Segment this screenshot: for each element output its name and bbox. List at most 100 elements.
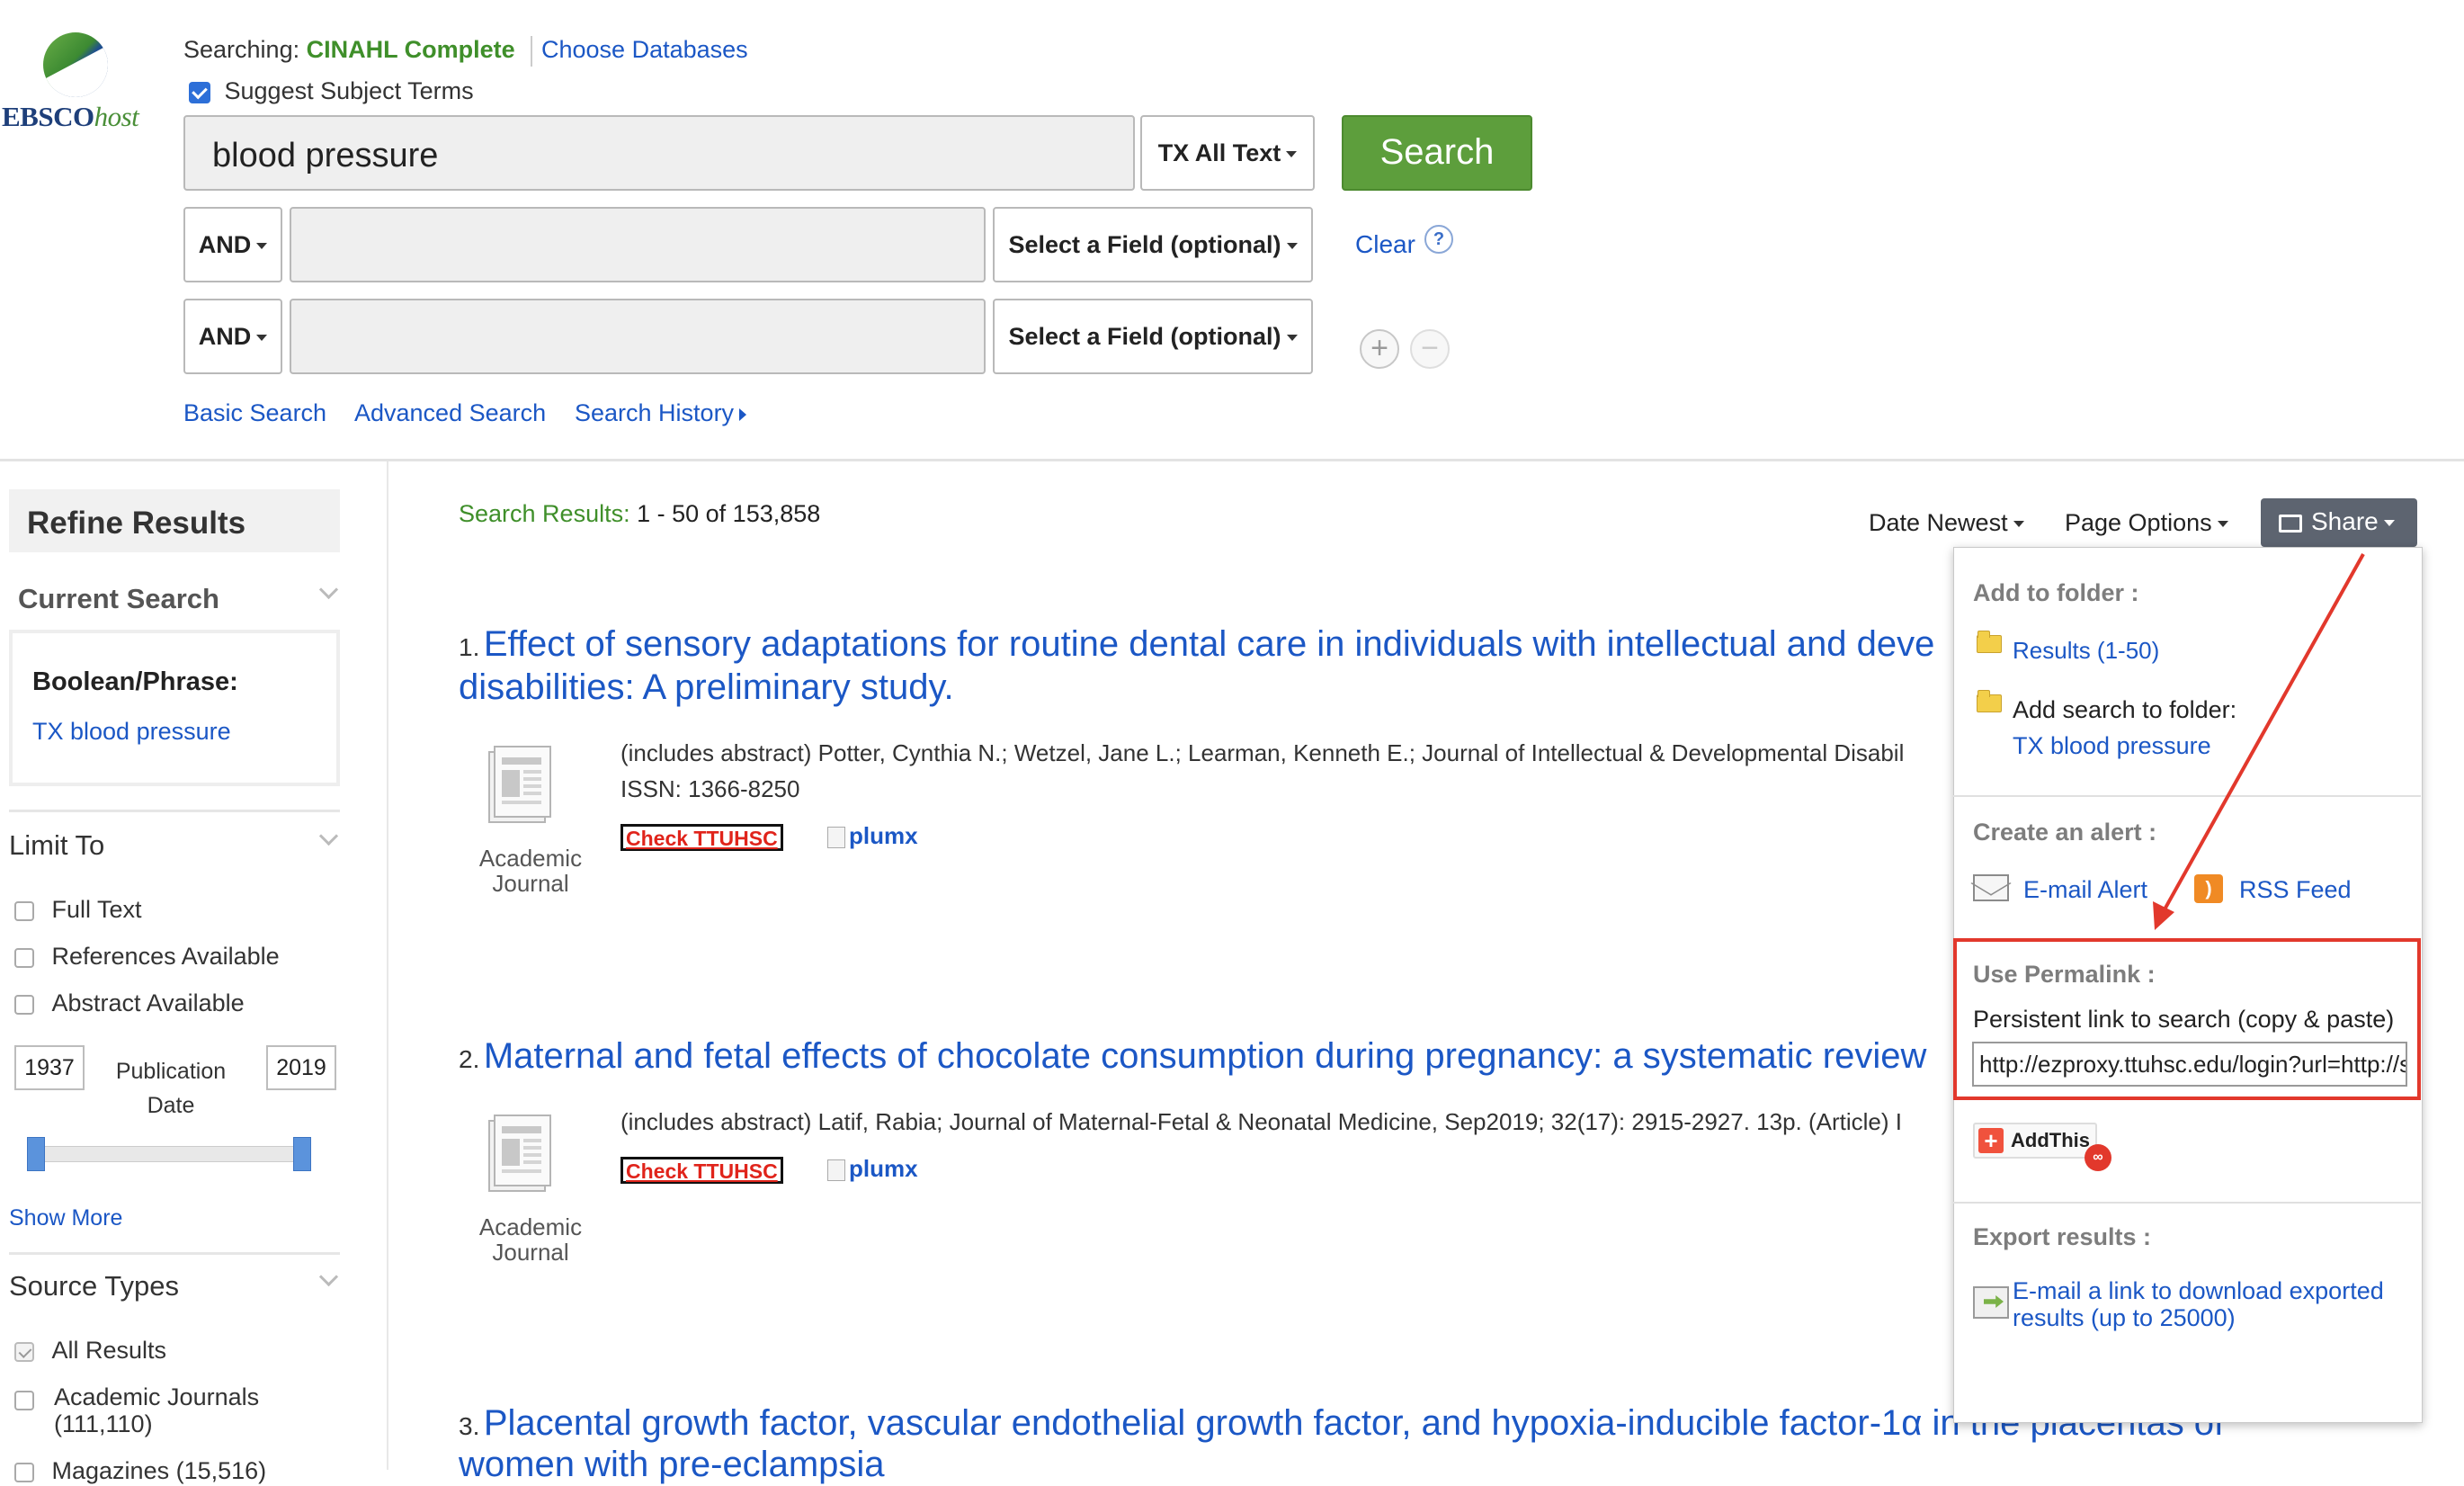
source-academic-journals-label: Academic Journals (111,110) bbox=[54, 1383, 260, 1437]
boolean-operator-select-3[interactable]: AND bbox=[183, 299, 282, 374]
boolean-phrase-value[interactable]: TX blood pressure bbox=[32, 718, 231, 746]
source-magazines[interactable]: Magazines (15,516) bbox=[14, 1457, 266, 1485]
chevron-down-icon bbox=[1286, 151, 1298, 158]
plus-icon: + bbox=[1978, 1128, 2004, 1153]
search-input-row-2[interactable] bbox=[290, 207, 986, 282]
checkbox bbox=[14, 947, 34, 968]
ebsco-logo-text[interactable]: EBSCOhost bbox=[2, 101, 139, 133]
export-email-link[interactable]: E-mail a link to download exported result… bbox=[2013, 1277, 2384, 1331]
result-title-link[interactable]: women with pre-eclampsia bbox=[459, 1443, 885, 1486]
pub-date-label: Publication Date bbox=[115, 1059, 227, 1118]
broken-image-icon bbox=[827, 1159, 845, 1182]
show-more-link[interactable]: Show More bbox=[9, 1205, 122, 1231]
share-button[interactable]: Share bbox=[2261, 498, 2417, 547]
permalink-description: Persistent link to search (copy & paste) bbox=[1973, 1006, 2395, 1033]
check-ttuhsc-link[interactable]: Check TTUHSC bbox=[620, 1157, 783, 1184]
publication-type-label: Academic Journal bbox=[478, 845, 583, 897]
slider-handle-right[interactable] bbox=[293, 1137, 311, 1171]
pub-date-slider[interactable] bbox=[32, 1146, 308, 1162]
triangle-right-icon bbox=[739, 407, 747, 421]
field-select-1[interactable]: TX All Text bbox=[1140, 115, 1315, 191]
publication-type-label: Academic Journal bbox=[478, 1213, 583, 1266]
slider-handle-left[interactable] bbox=[27, 1137, 45, 1171]
search-input[interactable]: blood pressure bbox=[183, 115, 1135, 191]
sort-select[interactable]: Date Newest bbox=[1869, 509, 2024, 537]
result-title-link[interactable]: disabilities: A preliminary study. bbox=[459, 666, 954, 709]
add-to-folder-title: Add to folder : bbox=[1973, 579, 2139, 606]
advanced-search-link[interactable]: Advanced Search bbox=[354, 399, 546, 427]
folder-icon bbox=[1977, 631, 2002, 653]
checkbox bbox=[14, 1341, 34, 1362]
permalink-input[interactable]: http://ezproxy.ttuhsc.edu/login?url=http… bbox=[1972, 1042, 2407, 1087]
email-alert-link[interactable]: E-mail Alert bbox=[2023, 876, 2147, 904]
current-search-title[interactable]: Current Search bbox=[18, 583, 219, 615]
source-all-results[interactable]: All Results bbox=[14, 1337, 166, 1365]
ebsco-logo-icon[interactable] bbox=[43, 32, 108, 97]
checkbox bbox=[14, 994, 34, 1015]
pub-date-from-input[interactable]: 1937 bbox=[14, 1045, 85, 1090]
result-meta: (includes abstract) Latif, Rabia; Journa… bbox=[620, 1108, 1902, 1135]
addthis-badge-icon: ∞ bbox=[2085, 1144, 2111, 1171]
export-icon[interactable] bbox=[1973, 1286, 2009, 1319]
result-title-link[interactable]: Maternal and fetal effects of chocolate … bbox=[484, 1036, 1927, 1076]
share-icon bbox=[2279, 514, 2302, 533]
divider bbox=[9, 1252, 340, 1255]
limit-references[interactable]: References Available bbox=[14, 943, 280, 971]
permalink-title: Use Permalink : bbox=[1973, 961, 2156, 988]
broken-image-icon bbox=[827, 827, 845, 849]
checkbox bbox=[14, 900, 34, 921]
limit-abstract[interactable]: Abstract Available bbox=[14, 989, 245, 1017]
checkbox bbox=[14, 1462, 34, 1482]
divider bbox=[531, 36, 532, 67]
folder-icon bbox=[1977, 690, 2002, 712]
result-title-2: 2. Maternal and fetal effects of chocola… bbox=[459, 1036, 1927, 1076]
result-title-link[interactable]: Effect of sensory adaptations for routin… bbox=[484, 624, 1935, 664]
chevron-down-icon[interactable] bbox=[318, 826, 339, 846]
sidebar-divider bbox=[387, 461, 388, 1470]
chevron-down-icon[interactable] bbox=[318, 1267, 339, 1287]
basic-search-link[interactable]: Basic Search bbox=[183, 399, 326, 427]
chevron-down-icon bbox=[1286, 335, 1298, 342]
field-select-3[interactable]: Select a Field (optional) bbox=[993, 299, 1313, 374]
results-folder-link[interactable]: Results (1-50) bbox=[2013, 637, 2159, 665]
plumx-link[interactable]: plumx bbox=[827, 822, 918, 850]
refine-results-title: Refine Results bbox=[9, 489, 340, 552]
source-academic-journals[interactable] bbox=[14, 1385, 34, 1413]
email-icon[interactable] bbox=[1973, 874, 2009, 901]
chevron-down-icon[interactable] bbox=[318, 579, 339, 600]
chevron-down-icon bbox=[2217, 521, 2228, 528]
search-button[interactable]: Search bbox=[1342, 115, 1532, 191]
source-types-title[interactable]: Source Types bbox=[9, 1270, 179, 1302]
page-options-select[interactable]: Page Options bbox=[2065, 509, 2228, 537]
search-history-link[interactable]: Search History bbox=[575, 399, 747, 427]
header-divider bbox=[0, 459, 2464, 461]
plumx-link[interactable]: plumx bbox=[827, 1155, 918, 1183]
limit-full-text[interactable]: Full Text bbox=[14, 896, 142, 924]
suggest-checkbox[interactable] bbox=[189, 81, 210, 103]
suggest-subject-terms[interactable]: Suggest Subject Terms bbox=[189, 77, 474, 105]
academic-journal-icon[interactable] bbox=[477, 743, 563, 829]
clear-link[interactable]: Clear bbox=[1355, 230, 1415, 259]
boolean-phrase-label: Boolean/Phrase: bbox=[32, 667, 238, 696]
searching-label: Searching: CINAHL Complete bbox=[183, 36, 515, 63]
divider bbox=[9, 810, 340, 812]
add-row-icon[interactable]: + bbox=[1360, 329, 1399, 369]
check-ttuhsc-link[interactable]: Check TTUHSC bbox=[620, 824, 783, 851]
search-input-row-3[interactable] bbox=[290, 299, 986, 374]
remove-row-icon[interactable]: − bbox=[1410, 329, 1450, 369]
help-icon[interactable]: ? bbox=[1424, 225, 1453, 254]
export-results-title: Export results : bbox=[1973, 1223, 2152, 1250]
choose-databases-link[interactable]: Choose Databases bbox=[541, 36, 748, 64]
field-select-2[interactable]: Select a Field (optional) bbox=[993, 207, 1313, 282]
divider bbox=[1953, 1202, 2421, 1204]
pub-date-to-input[interactable]: 2019 bbox=[266, 1045, 336, 1090]
academic-journal-icon[interactable] bbox=[477, 1112, 563, 1198]
database-name: CINAHL Complete bbox=[306, 36, 515, 63]
chevron-down-icon bbox=[1286, 243, 1298, 250]
current-search-box bbox=[9, 630, 340, 786]
annotation-arrow-icon bbox=[2153, 553, 2365, 930]
result-meta: (includes abstract) Potter, Cynthia N.; … bbox=[620, 739, 1905, 766]
checkbox bbox=[14, 1390, 34, 1410]
limit-to-title[interactable]: Limit To bbox=[9, 829, 104, 862]
boolean-operator-select-2[interactable]: AND bbox=[183, 207, 282, 282]
